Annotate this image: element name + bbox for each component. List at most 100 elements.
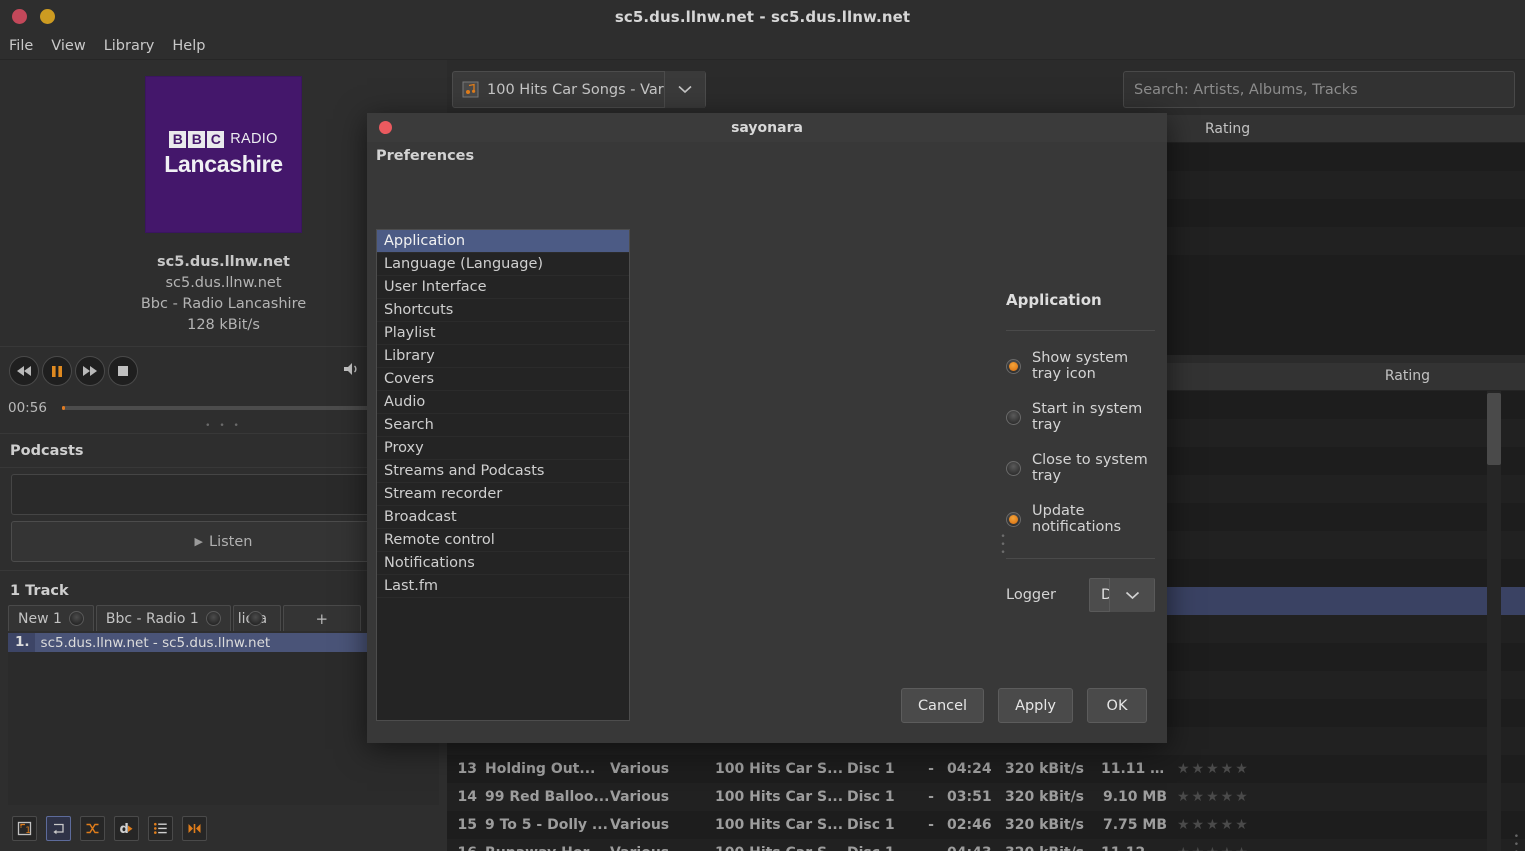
sidebar-item-library[interactable]: Library [377, 345, 629, 368]
cell-track-number: 16 [447, 845, 485, 851]
apply-button[interactable]: Apply [998, 688, 1073, 723]
shuffle-icon[interactable] [80, 815, 105, 841]
sidebar-item-playlist[interactable]: Playlist [377, 322, 629, 345]
cell-disc: Disc 1 [847, 845, 915, 851]
sidebar-item-stream-recorder[interactable]: Stream recorder [377, 483, 629, 506]
sidebar-item-user-interface[interactable]: User Interface [377, 276, 629, 299]
cell-duration: 04:24 [947, 761, 992, 777]
sidebar-item-remote-control[interactable]: Remote control [377, 529, 629, 552]
cell-separator: - [928, 817, 934, 833]
seek-progress-fill [62, 406, 65, 410]
cell-album: 100 Hits Car S... [715, 789, 844, 805]
search-input[interactable]: Search: Artists, Albums, Tracks [1123, 71, 1515, 108]
cell-artist: Various [610, 845, 715, 851]
table-row[interactable]: 14 99 Red Balloo... Various 100 Hits Car… [447, 783, 1525, 811]
cell-album: 100 Hits Car S... [715, 761, 844, 777]
album-cover-image[interactable]: B B C RADIO Lancashire [146, 76, 301, 232]
tracks-vertical-scrollbar[interactable] [1487, 391, 1501, 851]
library-top-controls: 100 Hits Car Songs - Various Search: Art… [447, 60, 1525, 115]
table-row[interactable]: 15 9 To 5 - Dolly ... Various 100 Hits C… [447, 811, 1525, 839]
cell-title: 99 Red Balloo... [485, 789, 610, 805]
cell-title: Holding Out... [485, 761, 596, 777]
checkbox-start-in-system-tray[interactable]: Start in system tray [1006, 401, 1155, 433]
column-header-rating[interactable]: Rating [1385, 368, 1430, 384]
chevron-down-icon[interactable] [1109, 578, 1154, 612]
checkbox-update-notifications[interactable]: Update notifications [1006, 503, 1155, 535]
cell-track-number: 15 [457, 817, 477, 833]
sidebar-item-streams-and-podcasts[interactable]: Streams and Podcasts [377, 460, 629, 483]
close-tab-icon[interactable] [247, 611, 263, 626]
add-playlist-tab-button[interactable]: + [282, 605, 361, 631]
list-item[interactable] [1160, 227, 1525, 255]
sidebar-item-lastfm[interactable]: Last.fm [377, 575, 629, 598]
checkbox-close-to-system-tray[interactable]: Close to system tray [1006, 452, 1155, 484]
cell-title: Runaway Hor... [485, 845, 610, 851]
tracks-panel-splitter[interactable]: ••• [1514, 833, 1519, 851]
sidebar-item-covers[interactable]: Covers [377, 368, 629, 391]
cancel-button[interactable]: Cancel [900, 688, 985, 723]
menu-help[interactable]: Help [163, 36, 214, 56]
dialog-titlebar: sayonara [367, 113, 1167, 142]
sidebar-item-notifications[interactable]: Notifications [377, 552, 629, 575]
sidebar-item-search[interactable]: Search [377, 414, 629, 437]
sidebar-item-broadcast[interactable]: Broadcast [377, 506, 629, 529]
dynamic-play-icon[interactable]: d [114, 815, 139, 841]
menu-library[interactable]: Library [95, 36, 164, 56]
cell-bitrate: 320 kBit/s [1005, 789, 1085, 805]
repeat-all-icon[interactable] [46, 815, 71, 841]
cell-bitrate: 320 kBit/s [1005, 817, 1085, 833]
cell-rating-stars[interactable]: ★★★★★ [1177, 845, 1250, 851]
pause-button[interactable] [42, 356, 72, 386]
menu-view[interactable]: View [42, 36, 94, 56]
playlist-tab-bbc-radio-1[interactable]: Bbc - Radio 1 [95, 605, 231, 631]
list-item[interactable] [1160, 199, 1525, 227]
next-track-button[interactable] [75, 356, 105, 386]
stop-button[interactable] [108, 356, 138, 386]
bbc-letter-c: C [207, 130, 225, 148]
search-placeholder-text: Search: Artists, Albums, Tracks [1134, 81, 1358, 98]
cell-album: 100 Hits Car S... [715, 845, 847, 851]
album-selector[interactable]: 100 Hits Car Songs - Various [452, 71, 706, 108]
list-item[interactable] [1160, 255, 1525, 283]
sidebar-item-shortcuts[interactable]: Shortcuts [377, 299, 629, 322]
sidebar-item-application[interactable]: Application [377, 230, 629, 253]
checkbox-indicator-icon[interactable] [1006, 460, 1021, 476]
logger-select[interactable]: Default [1089, 578, 1155, 612]
elapsed-time: 00:56 [8, 400, 47, 416]
menubar: File View Library Help [0, 33, 1525, 60]
dialog-heading: Preferences [376, 148, 475, 164]
list-item[interactable] [1160, 171, 1525, 199]
checkbox-indicator-icon[interactable] [1006, 409, 1021, 425]
chevron-down-icon[interactable] [664, 71, 705, 108]
svg-text:d: d [120, 822, 129, 836]
close-tab-icon[interactable] [68, 611, 84, 626]
menu-file[interactable]: File [0, 36, 42, 56]
cell-rating-stars[interactable]: ★★★★★ [1177, 817, 1250, 833]
volume-icon[interactable] [343, 361, 361, 381]
playlist-tab-label: Bbc - Radio 1 [105, 610, 199, 627]
ok-button[interactable]: OK [1087, 688, 1147, 723]
playlist-tab-partial[interactable]: lio a [232, 605, 281, 631]
sidebar-item-audio[interactable]: Audio [377, 391, 629, 414]
playlist-mode-icon[interactable] [148, 815, 173, 841]
cell-rating-stars[interactable]: ★★★★★ [1177, 789, 1250, 805]
list-item[interactable] [1160, 143, 1525, 171]
gapless-icon[interactable] [182, 815, 207, 841]
previous-track-button[interactable] [9, 356, 39, 386]
column-body-rating[interactable] [1160, 143, 1525, 355]
playlist-tab-new-1[interactable]: New 1 [8, 605, 94, 631]
sidebar-item-proxy[interactable]: Proxy [377, 437, 629, 460]
scrollbar-thumb[interactable] [1487, 393, 1501, 465]
playlist-tab-label: New 1 [18, 610, 62, 627]
repeat-one-icon[interactable]: 1 [12, 815, 37, 841]
checkbox-indicator-icon[interactable] [1006, 358, 1021, 374]
table-row[interactable]: 16 Runaway Hor... Various 100 Hits Car S… [447, 839, 1525, 851]
checkbox-indicator-icon[interactable] [1006, 511, 1021, 527]
column-header-rating[interactable]: Rating [1160, 115, 1525, 143]
table-row[interactable]: 13 Holding Out... Various 100 Hits Car S… [447, 755, 1525, 783]
close-tab-icon[interactable] [205, 611, 221, 626]
checkbox-show-system-tray-icon[interactable]: Show system tray icon [1006, 350, 1155, 382]
cell-rating-stars[interactable]: ★★★★★ [1177, 761, 1250, 777]
sidebar-item-language[interactable]: Language (Language) [377, 253, 629, 276]
preferences-nav-list[interactable]: Application Language (Language) User Int… [376, 229, 630, 721]
